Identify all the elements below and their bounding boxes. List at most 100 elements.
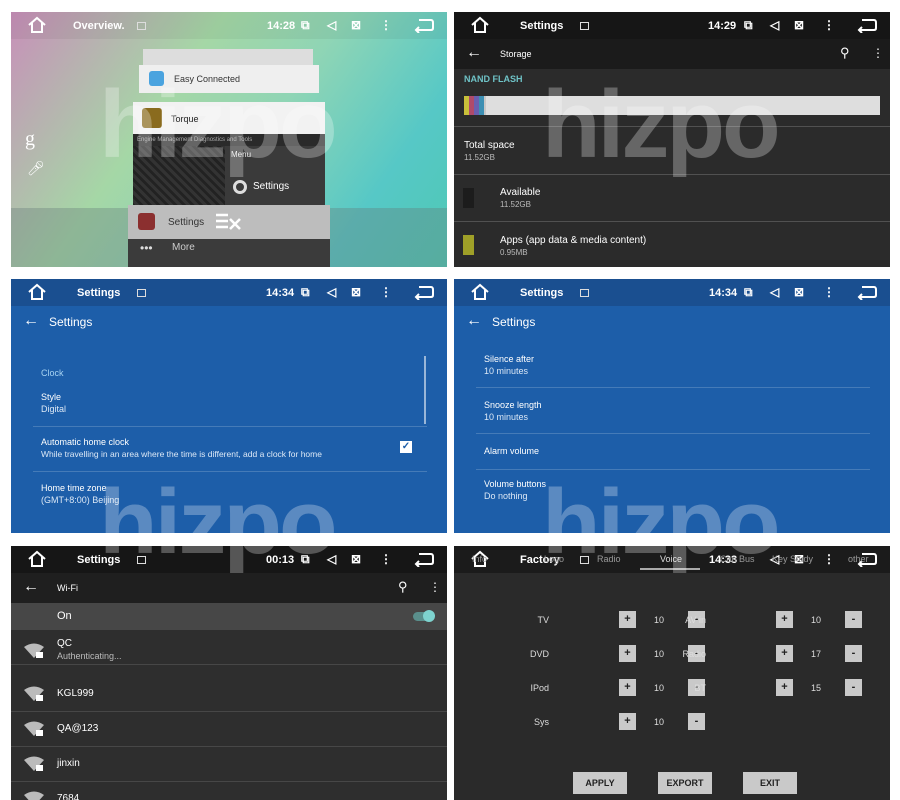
wifi-network-row[interactable]: jinxin <box>11 747 447 782</box>
increase-button[interactable]: + <box>619 713 636 730</box>
back-arrow-icon[interactable]: ← <box>23 312 39 330</box>
volume-buttons-label[interactable]: Volume buttons <box>484 479 546 489</box>
wifi-toggle-thumb[interactable] <box>423 610 435 622</box>
app-bar: ← Wi-Fi ⚲ ⋮ <box>11 573 447 603</box>
more-label[interactable]: More <box>172 242 195 253</box>
increase-button[interactable]: + <box>619 679 636 696</box>
settings-card[interactable]: Settings ••• More <box>128 205 330 267</box>
available-label: Available <box>500 187 541 198</box>
factory-tab[interactable]: Voice <box>660 554 682 564</box>
status-bar: Settings 14:34 ⧉ ◁ ⊠ ⋮ <box>454 279 890 306</box>
overflow-menu-icon[interactable]: ⋮ <box>872 46 884 60</box>
torque-header: Torque <box>133 102 325 134</box>
increase-button[interactable]: + <box>776 611 793 628</box>
channel-label: TV <box>537 615 549 625</box>
factory-tab[interactable]: Radio <box>597 554 621 564</box>
menu-dots-icon[interactable]: ⋮ <box>380 552 392 566</box>
back-icon[interactable] <box>413 284 435 300</box>
home-icon[interactable] <box>27 550 47 568</box>
wifi-toggle-row[interactable]: On <box>11 603 447 630</box>
decrease-button[interactable]: - <box>845 645 862 662</box>
volume-icon[interactable]: ◁ <box>770 18 779 32</box>
image-icon <box>137 556 146 564</box>
menu-dots-icon[interactable]: ⋮ <box>823 285 835 299</box>
search-icon[interactable]: ⚲ <box>398 579 408 595</box>
auto-home-clock-checkbox[interactable]: ✓ <box>400 441 412 453</box>
wifi-network-row[interactable]: KGL999 <box>11 677 447 712</box>
camera-icon[interactable]: ⧉ <box>301 18 310 32</box>
increase-button[interactable]: + <box>776 679 793 696</box>
back-arrow-icon[interactable]: ← <box>466 44 482 62</box>
back-icon[interactable] <box>856 17 878 33</box>
back-arrow-icon[interactable]: ← <box>466 312 482 330</box>
back-icon[interactable] <box>413 551 435 567</box>
channel-value: 15 <box>810 683 821 693</box>
volume-icon[interactable]: ◁ <box>327 552 336 566</box>
app-bar-title: Wi-Fi <box>57 583 78 593</box>
increase-button[interactable]: + <box>619 645 636 662</box>
increase-button[interactable]: + <box>776 645 793 662</box>
close-window-icon[interactable]: ⊠ <box>794 285 804 299</box>
volume-icon[interactable]: ◁ <box>327 285 336 299</box>
divider <box>454 126 890 127</box>
wifi-lock-icon <box>24 791 44 800</box>
factory-tab[interactable]: Info <box>472 554 487 564</box>
camera-icon[interactable]: ⧉ <box>301 285 310 299</box>
exit-button[interactable]: EXIT <box>743 772 797 794</box>
snooze-length-label[interactable]: Snooze length <box>484 400 542 410</box>
wifi-network-row[interactable]: QC Authenticating... <box>11 630 447 665</box>
watermark: hizpo <box>542 71 781 178</box>
back-arrow-icon[interactable]: ← <box>23 578 39 596</box>
close-window-icon[interactable]: ⊠ <box>794 18 804 32</box>
auto-home-clock-desc: While travelling in an area where the ti… <box>41 449 322 459</box>
channel-value: 10 <box>810 615 821 625</box>
back-icon[interactable] <box>856 284 878 300</box>
overflow-menu-icon[interactable]: ⋮ <box>429 580 441 594</box>
close-window-icon[interactable]: ⊠ <box>351 285 361 299</box>
search-icon[interactable]: ⚲ <box>840 45 850 61</box>
available-value: 11.52GB <box>500 200 531 209</box>
home-icon[interactable] <box>470 283 490 301</box>
close-all-icon[interactable] <box>214 211 242 233</box>
menu-dots-icon[interactable]: ⋮ <box>823 18 835 32</box>
export-button[interactable]: EXPORT <box>658 772 712 794</box>
factory-tab[interactable]: Logo <box>544 554 564 564</box>
menu-dots-icon[interactable]: ⋮ <box>380 18 392 32</box>
volume-icon[interactable]: ◁ <box>770 285 779 299</box>
wifi-network-row[interactable]: QA@123 <box>11 712 447 747</box>
mic-icon[interactable]: 🎤︎ <box>27 160 45 177</box>
decrease-button[interactable]: - <box>688 713 705 730</box>
google-icon[interactable]: g <box>25 128 35 151</box>
factory-tab[interactable]: Key Study <box>772 554 813 564</box>
home-icon[interactable] <box>27 283 47 301</box>
wifi-network-row[interactable]: 7684 <box>11 782 447 800</box>
menu-settings-item[interactable]: Settings <box>253 181 289 192</box>
alarm-volume-label[interactable]: Alarm volume <box>484 446 539 456</box>
channel-label: Radio <box>682 649 706 659</box>
menu-dots-icon[interactable]: ⋮ <box>380 285 392 299</box>
decrease-button[interactable]: - <box>845 611 862 628</box>
storage-bar <box>464 96 880 115</box>
scrollbar[interactable] <box>424 356 426 424</box>
factory-tab[interactable]: other <box>848 554 869 564</box>
volume-icon[interactable]: ◁ <box>327 18 336 32</box>
camera-icon[interactable]: ⧉ <box>744 285 753 299</box>
close-window-icon[interactable]: ⊠ <box>351 18 361 32</box>
back-icon[interactable] <box>413 17 435 33</box>
close-window-icon[interactable]: ⊠ <box>351 552 361 566</box>
settings-card-header: Settings <box>128 205 330 239</box>
available-swatch <box>463 188 474 208</box>
camera-icon[interactable]: ⧉ <box>301 552 310 566</box>
style-label[interactable]: Style <box>41 392 61 402</box>
home-icon[interactable] <box>27 16 47 34</box>
decrease-button[interactable]: - <box>845 679 862 696</box>
factory-tab[interactable]: Can Bus <box>720 554 755 564</box>
camera-icon[interactable]: ⧉ <box>744 18 753 32</box>
home-icon[interactable] <box>470 16 490 34</box>
home-time-zone-label[interactable]: Home time zone <box>41 483 107 493</box>
easy-connected-card[interactable]: Easy Connected <box>139 65 319 93</box>
apply-button[interactable]: APPLY <box>573 772 627 794</box>
silence-after-label[interactable]: Silence after <box>484 354 534 364</box>
increase-button[interactable]: + <box>619 611 636 628</box>
apps-label[interactable]: Apps (app data & media content) <box>500 235 646 246</box>
